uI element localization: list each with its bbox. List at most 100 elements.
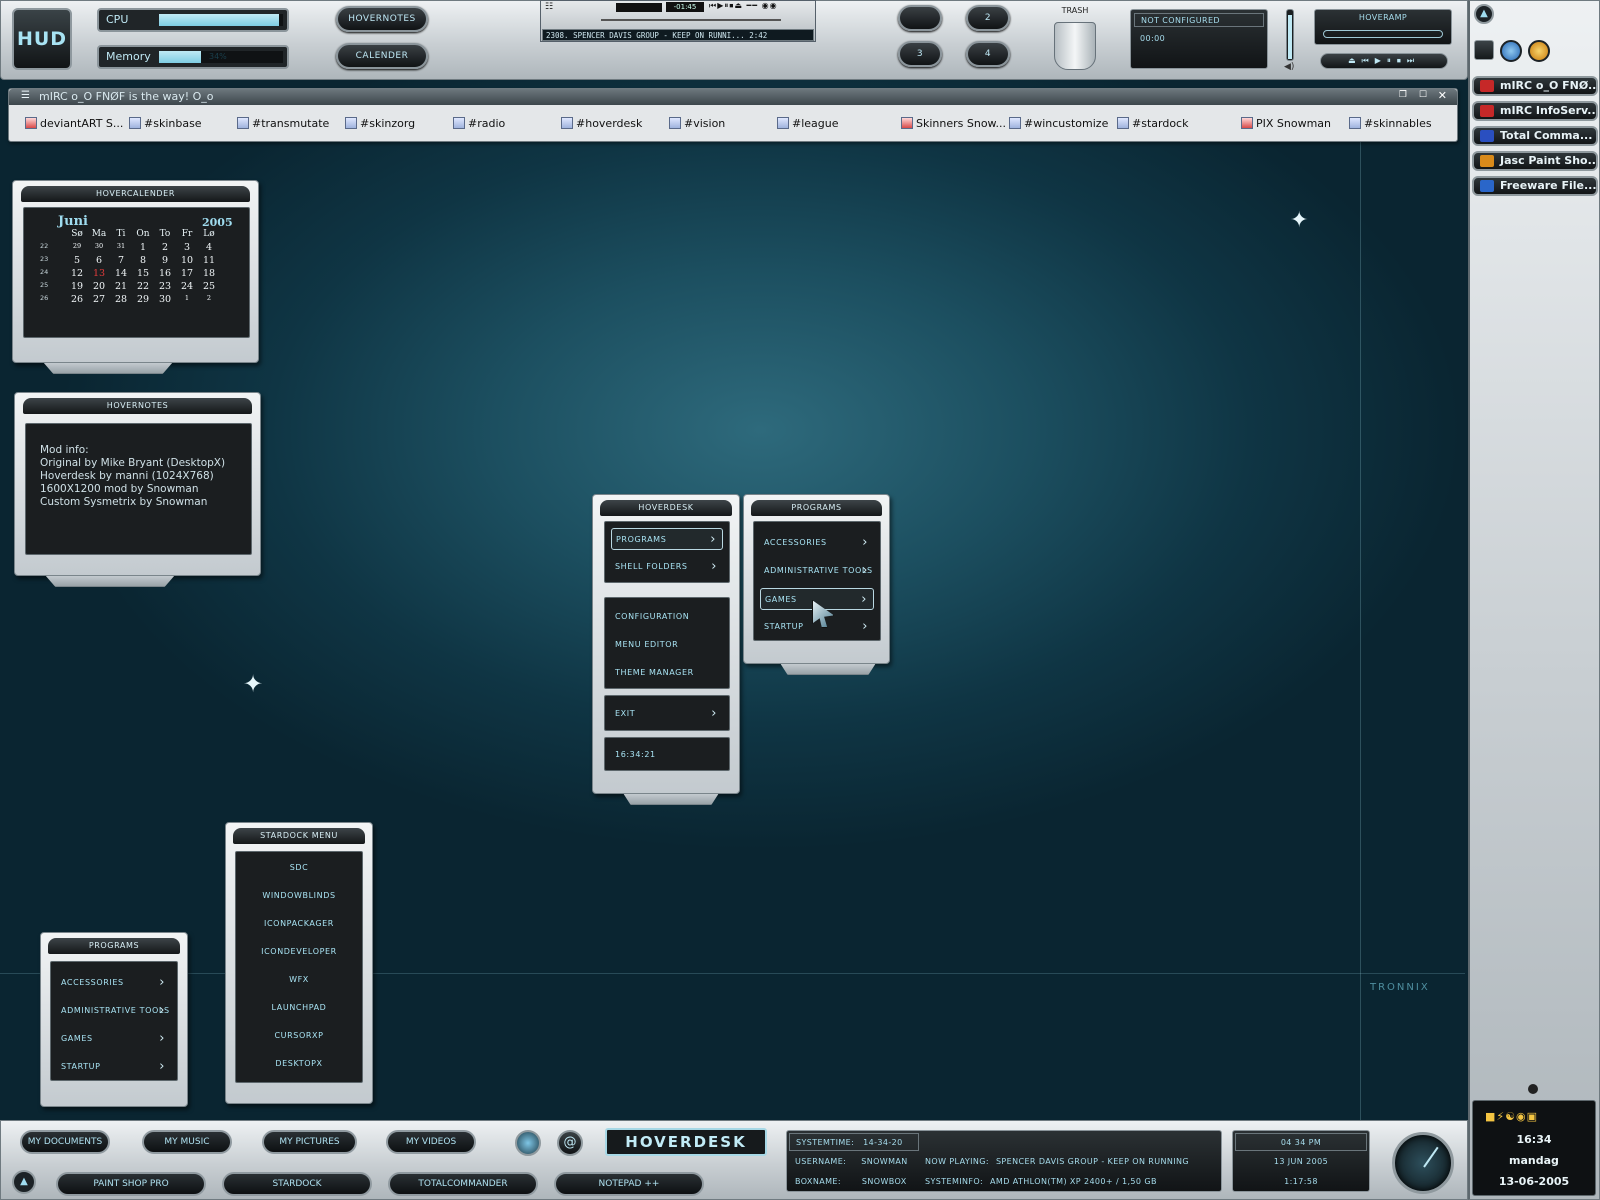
calendar-button[interactable]: CALENDER [336,43,428,69]
mirc-tab[interactable]: #radio [453,114,557,134]
calendar-day[interactable]: 19 [66,281,88,292]
hud-logo[interactable]: HUD [12,8,72,70]
menu-item[interactable]: ADMINISTRATIVE TOOLS › [760,560,874,582]
calendar-day[interactable]: 29 [132,294,154,305]
calendar-day[interactable]: 1 [176,294,198,302]
menu-item-shell-folders[interactable]: SHELL FOLDERS › [611,556,723,578]
menu-item[interactable]: ACCESSORIES › [57,972,171,994]
desktop-1-button[interactable] [898,5,942,31]
menu-item[interactable]: GAMES › [57,1028,171,1050]
calendar-day[interactable]: 21 [110,281,132,292]
mirc-tab[interactable]: #transmutate [237,114,341,134]
calendar-day[interactable]: 9 [154,255,176,266]
app-launch-button[interactable]: STARDOCK [222,1172,372,1196]
calendar-day[interactable]: 16 [154,268,176,279]
menu-item[interactable]: STARTUP › [57,1056,171,1078]
menu-item-configuration[interactable]: CONFIGURATION [611,606,723,628]
trash-widget[interactable]: TRASH [1040,2,1110,74]
calendar-day[interactable]: 18 [198,268,220,279]
menu-item-theme-manager[interactable]: THEME MANAGER [611,662,723,684]
hoveramp-progress[interactable] [1323,30,1443,38]
menu-item[interactable]: ICONDEVELOPER [242,941,356,963]
menu-item-programs[interactable]: PROGRAMS › [611,528,723,550]
hovernotes-button[interactable]: HOVERNOTES [336,6,428,32]
speaker-icon[interactable]: ◀) [1284,62,1294,72]
calendar-day[interactable]: 2 [154,242,176,253]
calendar-day[interactable]: 25 [198,281,220,292]
menu-item-exit[interactable]: EXIT › [611,703,723,725]
menu-item[interactable]: WINDOWBLINDS [242,885,356,907]
mirc-restore-icon[interactable]: ❐ [1399,90,1407,100]
mirc-tab[interactable]: #league [777,114,887,134]
notes-body[interactable]: Mod info: Original by Mike Bryant (Deskto… [25,423,252,555]
mirc-tab[interactable]: Skinners Snow... [901,114,1005,134]
calendar-day[interactable]: 4 [198,242,220,253]
hoverdesk-logo-button[interactable]: HOVERDESK [605,1128,767,1156]
calendar-day[interactable]: 29 [66,242,88,250]
hoverdesk-menu-title[interactable]: HOVERDESK [600,500,732,516]
desktop-3-button[interactable]: 3 [898,41,942,67]
volume-slider[interactable] [1286,9,1294,61]
calendar-day[interactable]: 28 [110,294,132,305]
mirc-tab[interactable]: deviantART S... [25,114,125,134]
player-menu-icon[interactable]: ☷ [545,2,553,12]
mirc-tab[interactable]: #hoverdesk [561,114,665,134]
app-launch-button[interactable]: NOTEPAD ++ [554,1172,704,1196]
calendar-day[interactable]: 3 [176,242,198,253]
calendar-day[interactable]: 27 [88,294,110,305]
player-seek-bar[interactable] [601,19,781,21]
calendar-day[interactable]: 26 [66,294,88,305]
next-icon[interactable]: ⏭ [1407,56,1420,65]
calendar-day[interactable]: 8 [132,255,154,266]
sidebar-task-button[interactable]: Total Comma... [1472,126,1598,146]
pause-icon[interactable]: ⏸ [1387,56,1397,65]
calendar-day[interactable]: 7 [110,255,132,266]
menu-item[interactable]: DESKTOPX [242,1053,356,1075]
programs-submenu-title[interactable]: PROGRAMS [751,500,882,516]
sidebar-task-button[interactable]: Freeware File... [1472,176,1598,196]
quicklaunch-desktop-icon[interactable] [1474,40,1494,60]
player-playlist[interactable]: 2308. SPENCER DAVIS GROUP - KEEP ON RUNN… [542,29,814,41]
calendar-day[interactable]: 13 [88,268,110,279]
mirc-menu-icon[interactable]: ☰ [21,90,30,101]
calendar-day[interactable]: 22 [132,281,154,292]
mirc-tab[interactable]: #wincustomize [1009,114,1113,134]
mirc-tab[interactable]: #skinnables [1349,114,1449,134]
calendar-day[interactable]: 2 [198,294,220,302]
mirc-titlebar[interactable]: ☰ mIRC o_O FNØF is the way! O_o ❐ ☐ ✕ [9,89,1457,105]
sidebar-logo-icon[interactable]: ▲ [1474,4,1494,24]
notes-title[interactable]: HOVERNOTES [23,398,252,414]
mirc-tab[interactable]: PIX Snowman [1241,114,1345,134]
player-controls-icons[interactable]: ⏮▶⏸⏹⏏ ━━ ◉◉ [709,1,778,11]
menu-item[interactable]: ICONPACKAGER [242,913,356,935]
calendar-day[interactable]: 1 [132,242,154,253]
menu-item[interactable]: ADMINISTRATIVE TOOLS › [57,1000,171,1022]
my-pictures-button[interactable]: MY PICTURES [262,1130,357,1154]
calendar-day[interactable]: 23 [154,281,176,292]
programs-menu-small-title[interactable]: PROGRAMS [48,938,180,954]
calendar-day[interactable]: 5 [66,255,88,266]
mirc-close-icon[interactable]: ✕ [1438,89,1447,102]
mirc-tab[interactable]: #stardock [1117,114,1227,134]
sidebar-task-button[interactable]: mIRC o_O FNØ... [1472,76,1598,96]
calendar-day[interactable]: 24 [176,281,198,292]
menu-item[interactable]: LAUNCHPAD [242,997,356,1019]
eject-icon[interactable]: ⏏ [1348,56,1362,65]
quicklaunch-ie-icon[interactable] [1500,40,1522,62]
calendar-day[interactable]: 20 [88,281,110,292]
sidebar-task-button[interactable]: Jasc Paint Sho... [1472,151,1598,171]
radar-gauge-icon[interactable] [1392,1132,1454,1194]
menu-item[interactable]: CURSORXP [242,1025,356,1047]
menu-item[interactable]: SDC [242,857,356,879]
calendar-day[interactable]: 6 [88,255,110,266]
stop-icon[interactable]: ⏹ [1397,56,1407,65]
calendar-day[interactable]: 15 [132,268,154,279]
calendar-day[interactable]: 11 [198,255,220,266]
calendar-day[interactable]: 30 [88,242,110,250]
calendar-day[interactable]: 31 [110,242,132,250]
calendar-title[interactable]: HOVERCALENDER [21,186,250,202]
calendar-day[interactable]: 10 [176,255,198,266]
menu-item[interactable]: ACCESSORIES › [760,532,874,554]
mirc-tab[interactable]: #vision [669,114,773,134]
my-documents-button[interactable]: MY DOCUMENTS [20,1130,110,1154]
